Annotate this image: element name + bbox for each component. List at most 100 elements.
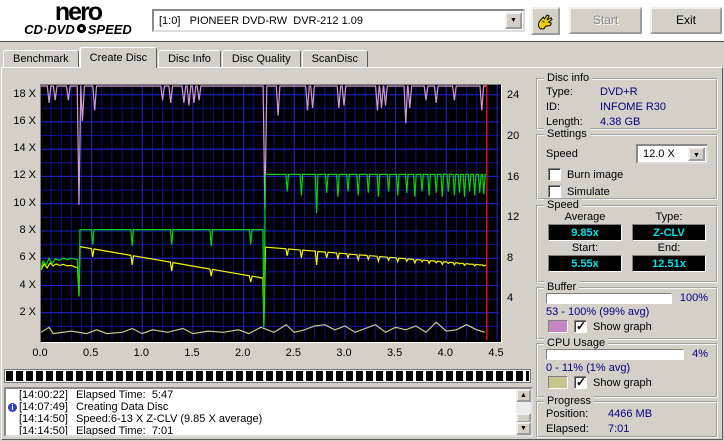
log-text: Elapsed Time: 7:01 (76, 425, 174, 437)
buffer-percent: 100% (679, 292, 708, 304)
toolbar: nero CD·DVD SPEED [1:0] PIONEER DVD-RW D… (0, 0, 724, 42)
info-icon: i (6, 401, 19, 413)
buffer-range: 53 - 100% (99% avg) (546, 306, 650, 318)
chevron-down-icon[interactable]: ▼ (688, 147, 705, 161)
disc-type-value: DVD+R (600, 86, 638, 98)
axis-tick-label: 4.0 (437, 347, 453, 359)
scroll-up-icon[interactable]: ▲ (516, 389, 531, 402)
speed-average-value: 9.85x (548, 224, 622, 241)
axis-tick-label: 3.5 (386, 347, 403, 359)
axis-tick-label: 14 X (13, 142, 36, 155)
disc-icon (76, 23, 87, 37)
speed-average-label: Average (564, 211, 606, 223)
speed-selector[interactable]: 12.0 X ▼ (636, 144, 708, 164)
tab-disc-info[interactable]: Disc Info (158, 50, 221, 68)
buffer-meter (546, 292, 672, 304)
disc-id-value: INFOME R30 (600, 101, 667, 113)
speed-end-label: End: (657, 242, 681, 254)
cpu-meter (546, 348, 685, 360)
hand-icon (535, 14, 556, 35)
position-value: 4466 MB (608, 408, 653, 420)
start-button[interactable]: Start (569, 7, 642, 34)
select-files-button[interactable] (531, 7, 560, 35)
status-log[interactable]: [14:00:22] Elapsed Time: 5:47 i [14:07:49]… (4, 387, 533, 437)
exit-button[interactable]: Exit (650, 7, 722, 34)
axis-tick-label: 4 X (19, 278, 36, 291)
write-progress-bar (4, 369, 531, 383)
axis-tick-label: 2.0 (235, 347, 251, 359)
simulate-label: Simulate (567, 185, 610, 198)
elapsed-value: 7:01 (608, 423, 630, 435)
log-time: [14:07:49] (19, 401, 68, 413)
log-icon-slot (6, 413, 19, 425)
logo-nero-text: nero (54, 0, 103, 26)
axis-tick-label: 20 (507, 130, 520, 142)
logo-cdvdspeed-text: CD·DVD SPEED (24, 22, 132, 37)
cpu-show-graph-checkbox[interactable] (574, 375, 587, 389)
drive-selector[interactable]: [1:0] PIONEER DVD-RW DVR-212 1.09 ▼ (152, 9, 525, 32)
tab-bar: Benchmark Create Disc Disc Info Disc Qua… (3, 47, 369, 68)
settings-group: Settings Speed 12.0 X ▼ Burn image Simul… (536, 128, 718, 200)
burn-speed-chart (40, 84, 502, 343)
buffer-show-graph-label: Show graph (593, 320, 652, 333)
cpu-show-graph-label: Show graph (593, 376, 652, 389)
burn-image-checkbox[interactable] (548, 168, 561, 181)
write-progress-fill (6, 371, 529, 381)
speed-group: Speed Average Type: 9.85x Z-CLV Start: E… (536, 199, 718, 283)
cpu-percent: 4% (692, 348, 708, 360)
log-text: Creating Data Disc (76, 401, 169, 413)
scroll-down-icon[interactable]: ▼ (516, 422, 531, 435)
log-time: [14:14:50] (19, 425, 68, 437)
log-time: [14:14:50] (19, 413, 68, 425)
log-text: Elapsed Time: 5:47 (76, 389, 174, 401)
progress-group: Progress Position: 4466 MB Elapsed: 7:01 (536, 395, 718, 438)
axis-tick-label: 8 X (19, 224, 36, 236)
tab-create-disc[interactable]: Create Disc (79, 47, 158, 68)
axis-tick-label: 12 (507, 211, 520, 224)
chart-canvas (40, 85, 499, 340)
disc-id-label: ID: (546, 101, 561, 113)
position-label: Position: (546, 408, 589, 420)
axis-tick-label: 16 X (13, 114, 36, 127)
chevron-down-icon[interactable]: ▼ (505, 12, 522, 29)
axis-tick-label: 2.5 (285, 347, 301, 359)
elapsed-label: Elapsed: (546, 423, 589, 435)
cpu-range: 0 - 11% (1% avg) (546, 362, 631, 374)
buffer-title: Buffer (544, 281, 580, 293)
disc-length-value: 4.38 GB (600, 116, 641, 128)
axis-tick-label: 2 X (19, 305, 36, 318)
disc-type-label: Type: (546, 86, 573, 98)
cpu-color-swatch (548, 376, 568, 389)
axis-tick-label: 1.0 (133, 347, 149, 359)
speed-selector-value: 12.0 X (643, 148, 675, 160)
nero-cd-dvd-speed-window: nero CD·DVD SPEED [1:0] PIONEER DVD-RW D… (0, 0, 724, 441)
cpu-group: CPU Usage 4% 0 - 11% (1% avg) Show graph (536, 337, 718, 398)
settings-title: Settings (544, 128, 590, 140)
speed-type-value: Z-CLV (632, 224, 706, 241)
log-time: [14:00:22] (19, 389, 68, 401)
progress-title: Progress (544, 395, 595, 407)
tab-benchmark[interactable]: Benchmark (3, 50, 79, 68)
log-scrollbar[interactable]: ▲ ▼ (516, 389, 531, 435)
axis-tick-label: 4 (507, 292, 514, 305)
axis-tick-label: 12 X (13, 169, 36, 182)
simulate-checkbox[interactable] (548, 185, 561, 198)
log-icon-slot (6, 425, 19, 435)
speed-start-label: Start: (571, 242, 599, 254)
axis-tick-label: 18 X (13, 87, 36, 100)
burn-image-label: Burn image (567, 168, 624, 181)
axis-tick-label: 10 X (13, 196, 36, 209)
axis-tick-label: 8 (507, 251, 514, 264)
speed-type-label: Type: (655, 211, 683, 223)
axis-tick-label: 0.0 (32, 347, 48, 359)
log-icon-slot (6, 389, 19, 401)
tab-disc-quality[interactable]: Disc Quality (221, 50, 301, 68)
log-text: Speed:6-13 X Z-CLV (9.85 X average) (76, 413, 263, 425)
drive-selector-value: [1:0] PIONEER DVD-RW DVR-212 1.09 (159, 14, 363, 27)
tab-scandisc[interactable]: ScanDisc (301, 50, 369, 68)
speed-start-value: 5.55x (548, 255, 622, 272)
cpu-title: CPU Usage (544, 337, 609, 349)
speed-title: Speed (544, 199, 582, 211)
speed-end-value: 12.51x (632, 255, 706, 272)
buffer-show-graph-checkbox[interactable] (574, 319, 587, 333)
